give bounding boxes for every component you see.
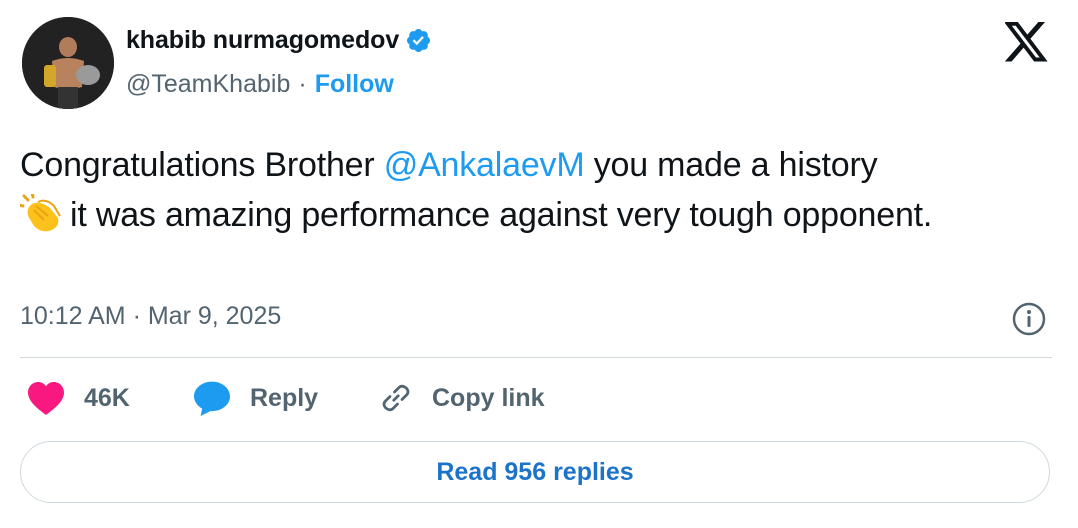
reply-button[interactable]: Reply — [192, 380, 318, 416]
copy-link-button[interactable]: Copy link — [378, 380, 545, 416]
mention-link[interactable]: @AnkalaevM — [384, 146, 585, 184]
tweet-text-part-3: it was amazing performance against very … — [70, 196, 933, 234]
heart-icon — [28, 381, 64, 416]
follow-button[interactable]: Follow — [315, 70, 394, 99]
tweet-text: Congratulations Brother @AnkalaevM you m… — [20, 140, 1050, 240]
copy-link-label: Copy link — [432, 383, 545, 412]
author-handle-row: @TeamKhabib · Follow — [126, 70, 394, 99]
tweet-timestamp[interactable]: 10:12 AM · Mar 9, 2025 — [20, 302, 281, 331]
author-name-row: khabib nurmagomedov — [126, 26, 432, 55]
reply-bubble-icon — [194, 381, 230, 416]
read-replies-button[interactable]: Read 956 replies — [20, 441, 1050, 503]
verified-badge-icon — [407, 28, 431, 53]
x-logo-icon[interactable] — [1005, 22, 1049, 62]
reply-label: Reply — [250, 383, 319, 412]
like-button[interactable]: 46K — [26, 380, 130, 416]
info-icon[interactable] — [1012, 302, 1046, 336]
link-icon — [382, 384, 410, 412]
tweet-text-part-1: Congratulations Brother — [20, 146, 384, 184]
author-display-name[interactable]: khabib nurmagomedov — [126, 26, 399, 55]
clapping-hands-emoji-icon — [20, 194, 61, 232]
like-count: 46K — [84, 383, 130, 412]
avatar-photo — [22, 17, 114, 109]
author-avatar[interactable] — [22, 17, 114, 109]
read-replies-label: Read 956 replies — [436, 457, 634, 486]
divider — [20, 357, 1052, 358]
author-handle[interactable]: @TeamKhabib — [126, 70, 290, 99]
handle-separator: · — [298, 70, 307, 98]
tweet-text-part-2: you made a history — [584, 146, 878, 184]
